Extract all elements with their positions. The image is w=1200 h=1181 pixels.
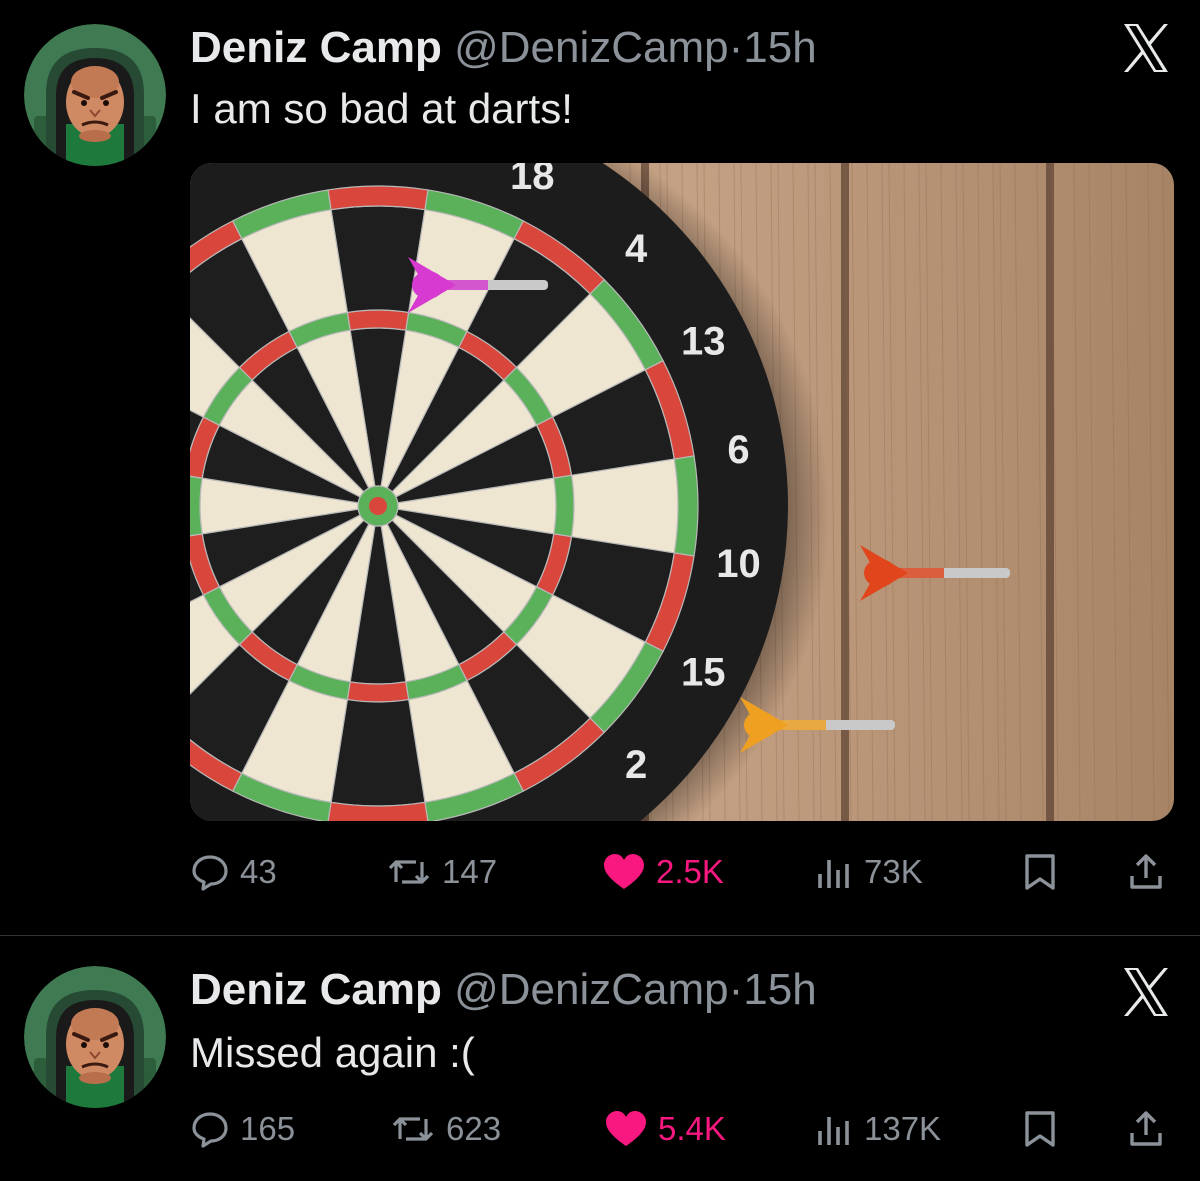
reply-button[interactable]: 43 bbox=[190, 842, 277, 902]
tweet-actions: 43 147 2.5K 73K bbox=[190, 842, 1180, 902]
share-button[interactable] bbox=[1126, 842, 1166, 902]
board-number: 13 bbox=[681, 319, 726, 363]
author-name[interactable]: Deniz Camp bbox=[190, 23, 442, 72]
bullseye bbox=[369, 497, 387, 515]
x-logo-icon bbox=[1118, 20, 1174, 76]
share-upload-icon bbox=[1126, 852, 1166, 892]
dart-flight-center bbox=[864, 559, 896, 587]
share-upload-icon bbox=[1126, 1109, 1166, 1149]
timestamp[interactable]: 15h bbox=[743, 23, 816, 72]
like-count: 5.4K bbox=[658, 1110, 726, 1147]
bar-chart-icon bbox=[814, 1109, 854, 1149]
view-count: 137K bbox=[864, 1110, 942, 1147]
board-number: 15 bbox=[681, 651, 726, 695]
bookmark-icon bbox=[1020, 852, 1060, 892]
heart-icon bbox=[604, 1109, 648, 1149]
dartboard-image: 18 4 13 6 10 15 2 bbox=[190, 163, 1174, 821]
board-number: 10 bbox=[716, 542, 761, 586]
reply-count: 165 bbox=[240, 1110, 296, 1147]
author-handle[interactable]: @DenizCamp bbox=[454, 965, 729, 1014]
speech-bubble-icon bbox=[190, 1109, 230, 1149]
tweet-text: I am so bad at darts! bbox=[190, 85, 573, 132]
separator-dot: · bbox=[728, 965, 744, 1014]
board-segment bbox=[346, 681, 410, 703]
board-segment bbox=[190, 475, 203, 537]
heart-icon bbox=[602, 852, 646, 892]
views-button[interactable]: 137K bbox=[814, 1099, 941, 1159]
dart-flight-center bbox=[412, 271, 444, 299]
x-logo-icon bbox=[1118, 964, 1174, 1020]
like-button[interactable]: 5.4K bbox=[604, 1099, 726, 1159]
bookmark-button[interactable] bbox=[1020, 842, 1060, 902]
separator-dot: · bbox=[728, 23, 744, 72]
board-segment bbox=[553, 474, 575, 538]
tweet-header: Deniz Camp @DenizCamp·15h bbox=[190, 22, 817, 74]
board-number: 2 bbox=[625, 743, 647, 787]
views-button[interactable]: 73K bbox=[814, 842, 923, 902]
repost-count: 147 bbox=[442, 853, 498, 890]
speech-bubble-icon bbox=[190, 852, 230, 892]
tweet-media-image[interactable]: 18 4 13 6 10 15 2 bbox=[190, 163, 1174, 821]
avatar[interactable] bbox=[24, 966, 166, 1108]
tweet-divider bbox=[0, 935, 1200, 936]
view-count: 73K bbox=[864, 853, 923, 890]
repost-button[interactable]: 623 bbox=[390, 1099, 501, 1159]
repost-count: 623 bbox=[446, 1110, 502, 1147]
bookmark-button[interactable] bbox=[1020, 1099, 1060, 1159]
board-number: 18 bbox=[510, 163, 555, 198]
reply-button[interactable]: 165 bbox=[190, 1099, 295, 1159]
reply-count: 43 bbox=[240, 853, 277, 890]
avatar[interactable] bbox=[24, 24, 166, 166]
repost-arrows-icon bbox=[390, 1109, 436, 1149]
tweet-text: Missed again :( bbox=[190, 1029, 475, 1076]
share-button[interactable] bbox=[1126, 1099, 1166, 1159]
bar-chart-icon bbox=[814, 852, 854, 892]
tweet-header: Deniz Camp @DenizCamp·15h bbox=[190, 964, 817, 1016]
author-name[interactable]: Deniz Camp bbox=[190, 965, 442, 1014]
board-number: 6 bbox=[727, 428, 749, 472]
dart-flight-center bbox=[744, 711, 776, 739]
tweet-actions: 165 623 5.4K 137K bbox=[190, 1099, 1180, 1159]
board-number: 4 bbox=[625, 227, 648, 271]
timestamp[interactable]: 15h bbox=[743, 965, 816, 1014]
board-segment bbox=[346, 309, 410, 331]
like-count: 2.5K bbox=[656, 853, 724, 890]
board-segment bbox=[673, 455, 699, 557]
bookmark-icon bbox=[1020, 1109, 1060, 1149]
board-segment bbox=[327, 185, 429, 211]
repost-button[interactable]: 147 bbox=[386, 842, 497, 902]
repost-arrows-icon bbox=[386, 852, 432, 892]
like-button[interactable]: 2.5K bbox=[602, 842, 724, 902]
author-handle[interactable]: @DenizCamp bbox=[454, 23, 729, 72]
